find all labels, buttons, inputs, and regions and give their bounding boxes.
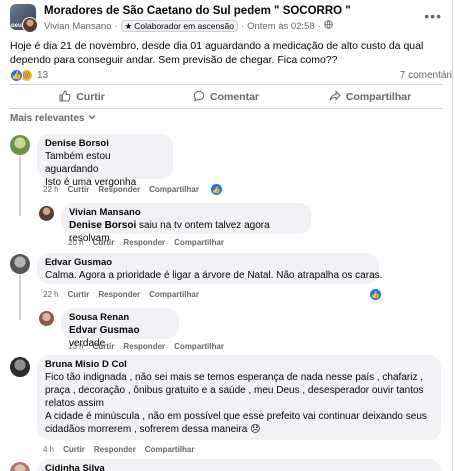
comment-author[interactable]: Cidinha Silva bbox=[45, 463, 433, 471]
share-button[interactable]: Compartilhar bbox=[298, 87, 442, 107]
comment-author[interactable]: Bruna Misio D Col bbox=[45, 359, 433, 371]
reaction-count: 13 bbox=[37, 70, 49, 81]
comment-author[interactable]: Sousa Renan bbox=[69, 312, 171, 324]
comment-text: A cidade é minúscula , não em possível q… bbox=[45, 411, 427, 422]
post-header: oeus Moradores de São Caetano do Sul ped… bbox=[10, 4, 448, 34]
comment-actions: 4 h Curtir Responder Compartilhar bbox=[43, 445, 195, 454]
comment-bubble: Vivian Mansano Denise Borsoi saiu na tv … bbox=[61, 203, 311, 244]
comment-time[interactable]: 20 h bbox=[68, 238, 84, 247]
thread-line bbox=[19, 275, 21, 320]
chevron-down-icon bbox=[88, 113, 96, 124]
badge-label: Colaborador em ascensão bbox=[134, 21, 234, 31]
thread-line bbox=[19, 156, 21, 216]
comment-reply-button[interactable]: Responder bbox=[98, 185, 140, 194]
comment-author[interactable]: Vivian Mansano bbox=[69, 207, 303, 219]
comment-reply-button[interactable]: Responder bbox=[98, 290, 140, 299]
comment-label: Comentar bbox=[209, 91, 259, 103]
like-label: Curtir bbox=[76, 91, 105, 103]
comment-text: cidadãos morrerem , sofrerem dessa manei… bbox=[45, 424, 261, 435]
comment-share-button[interactable]: Compartilhar bbox=[149, 290, 199, 299]
divider bbox=[10, 108, 442, 109]
comment-reply-button[interactable]: Responder bbox=[94, 445, 136, 454]
comment-time[interactable]: 4 h bbox=[43, 445, 54, 454]
mention-link[interactable]: Denise Borsoi bbox=[69, 220, 136, 231]
meta-separator: · bbox=[317, 20, 321, 32]
contributor-badge[interactable]: ★ Colaborador em ascensão bbox=[120, 20, 238, 32]
post-meta: Vivian Mansano · ★ Colaborador em ascens… bbox=[44, 20, 333, 32]
avatar[interactable] bbox=[39, 311, 54, 326]
comment-actions: 22 h Curtir Responder Compartilhar bbox=[43, 290, 199, 299]
avatar[interactable] bbox=[10, 462, 30, 471]
mention-link[interactable]: Edvar Gusmao bbox=[69, 325, 140, 336]
comment-bubble: Bruna Misio D Col Fico tão indignada , n… bbox=[37, 355, 441, 440]
avatar[interactable] bbox=[10, 254, 30, 274]
comment-bubble: Cidinha Silva bbox=[37, 459, 441, 471]
sort-label: Mais relevantes bbox=[10, 113, 85, 124]
meta-separator: · bbox=[240, 20, 245, 32]
comment-bubble: Sousa Renan Edvar Gusmao verdade bbox=[61, 308, 179, 349]
divider bbox=[10, 84, 442, 85]
comment-sort-dropdown[interactable]: Mais relevantes bbox=[10, 113, 96, 124]
share-icon bbox=[329, 89, 341, 105]
comment-text: praça , decoração , ônibus gratuito e a … bbox=[45, 385, 424, 396]
avatar[interactable] bbox=[10, 135, 30, 155]
star-icon: ★ bbox=[124, 20, 133, 31]
like-reaction-icon: 👍 bbox=[10, 69, 23, 82]
comment-author[interactable]: Edvar Gusmao bbox=[45, 257, 371, 269]
comment-time[interactable]: 22 h bbox=[43, 185, 59, 194]
avatar[interactable] bbox=[10, 357, 30, 377]
comment-icon bbox=[193, 90, 205, 105]
post-panel: oeus Moradores de São Caetano do Sul ped… bbox=[0, 0, 453, 471]
post-time[interactable]: Ontem às 02:58 bbox=[247, 21, 315, 32]
share-label: Compartilhar bbox=[345, 91, 412, 103]
comment-author[interactable]: Denise Borsoi bbox=[45, 138, 165, 150]
comment-text: Também estou aguardando bbox=[45, 151, 111, 175]
comment-reply-button[interactable]: Responder bbox=[123, 238, 165, 247]
comment-share-button[interactable]: Compartilhar bbox=[174, 238, 224, 247]
like-reaction-icon[interactable]: 👍 bbox=[211, 184, 222, 195]
comment-text: Calma. Agora a prioridade é ligar a árvo… bbox=[45, 270, 383, 281]
comments-count[interactable]: 7 comentári bbox=[400, 70, 452, 81]
comment-like-button[interactable]: Curtir bbox=[68, 290, 90, 299]
comment-time[interactable]: 13 h bbox=[68, 342, 84, 351]
post-text: Hoje é dia 21 de novembro, desde dia 01 … bbox=[10, 40, 424, 66]
like-button[interactable]: Curtir bbox=[10, 87, 154, 107]
reactions-summary[interactable]: 👍 😢 13 bbox=[10, 69, 48, 82]
group-name[interactable]: Moradores de São Caetano do Sul pedem " … bbox=[44, 5, 351, 17]
comment-share-button[interactable]: Compartilhar bbox=[174, 342, 224, 351]
more-options-icon[interactable]: ••• bbox=[424, 8, 442, 24]
comment-like-button[interactable]: Curtir bbox=[93, 342, 115, 351]
comment-bubble: Denise Borsoi Também estou aguardando Is… bbox=[37, 134, 173, 188]
globe-icon bbox=[324, 20, 333, 32]
comment-share-button[interactable]: Compartilhar bbox=[149, 185, 199, 194]
comment-actions: 22 h Curtir Responder Compartilhar bbox=[43, 185, 199, 194]
comment-actions: 20 h Curtir Responder Compartilhar bbox=[68, 238, 224, 247]
comment-text: relatos assim bbox=[45, 398, 104, 409]
meta-separator: · bbox=[114, 20, 118, 32]
comment-time[interactable]: 22 h bbox=[43, 290, 59, 299]
author-avatar[interactable] bbox=[22, 17, 38, 33]
comment-share-button[interactable]: Compartilhar bbox=[145, 445, 195, 454]
comment-like-button[interactable]: Curtir bbox=[93, 238, 115, 247]
avatar[interactable] bbox=[39, 206, 54, 221]
comment-like-button[interactable]: Curtir bbox=[68, 185, 90, 194]
comment-bubble: Edvar Gusmao Calma. Agora a prioridade é… bbox=[37, 253, 383, 284]
author-name[interactable]: Vivian Mansano bbox=[44, 21, 111, 32]
thumbs-up-icon bbox=[59, 89, 71, 105]
comment-reply-button[interactable]: Responder bbox=[123, 342, 165, 351]
like-reaction-icon[interactable]: 👍 bbox=[370, 289, 381, 300]
comment-actions: 13 h Curtir Responder Compartilhar bbox=[68, 342, 224, 351]
comment-button[interactable]: Comentar bbox=[154, 87, 298, 107]
comment-like-button[interactable]: Curtir bbox=[63, 445, 85, 454]
post-actions: Curtir Comentar Compartilhar bbox=[10, 87, 442, 107]
comment-text: Fico tão indignada , não sei mais se tem… bbox=[45, 372, 423, 383]
